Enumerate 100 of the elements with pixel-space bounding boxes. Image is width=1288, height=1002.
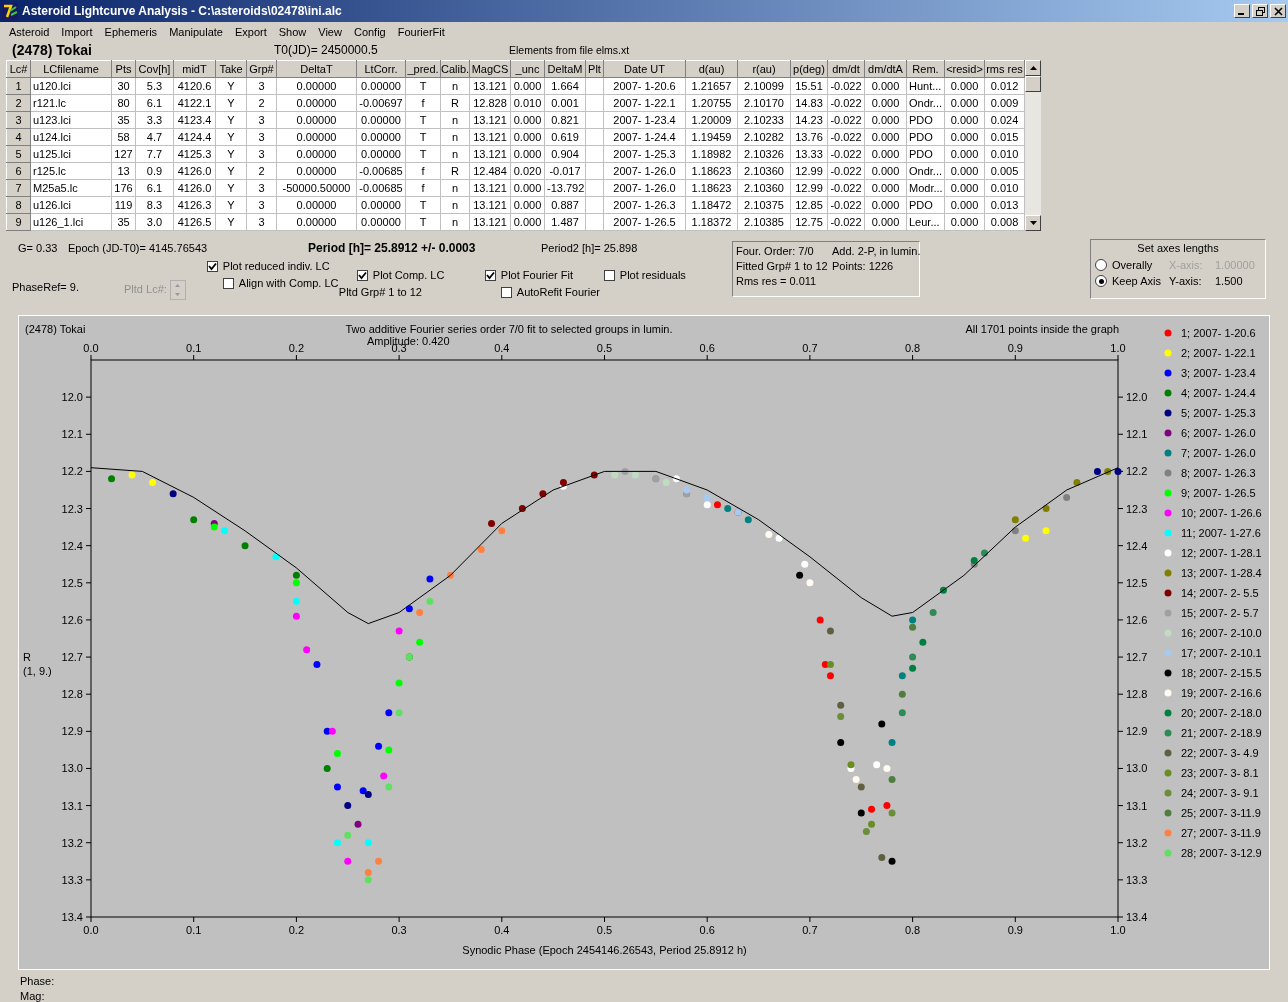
table-cell: 13.121 bbox=[469, 145, 511, 163]
legend-label: 2; 2007- 1-22.1 bbox=[1181, 347, 1256, 359]
table-cell: 0.00000 bbox=[276, 145, 357, 163]
table-cell: 3 bbox=[246, 196, 277, 214]
table-cell: 1.19459 bbox=[685, 128, 738, 146]
legend-label: 16; 2007- 2-10.0 bbox=[1181, 627, 1262, 639]
table-cell: 0.001 bbox=[544, 94, 586, 112]
table-cell: R bbox=[440, 162, 470, 180]
legend-label: 23; 2007- 3- 8.1 bbox=[1181, 767, 1259, 779]
table-cell: 3 bbox=[246, 128, 277, 146]
legend-label: 18; 2007- 2-15.5 bbox=[1181, 667, 1262, 679]
table-cell: 0.000 bbox=[864, 213, 907, 231]
table-cell: -0.00697 bbox=[356, 94, 406, 112]
legend-label: 8; 2007- 1-26.3 bbox=[1181, 467, 1256, 479]
table-cell: 0.00000 bbox=[276, 213, 357, 231]
table-cell: -0.022 bbox=[827, 77, 865, 95]
table-cell: 0.015 bbox=[984, 128, 1025, 146]
table-cell: 0.008 bbox=[984, 213, 1025, 231]
fit-info-text: Fitted Grp# 1 to 12 bbox=[736, 260, 829, 272]
table-cell: T bbox=[405, 128, 441, 146]
table-cell: Modr... bbox=[906, 179, 945, 197]
table-cell: 6.1 bbox=[135, 94, 174, 112]
table-cell: 2007- 1-20.6 bbox=[603, 77, 686, 95]
table-cell: 0.000 bbox=[864, 111, 907, 129]
tick-label: 0.0 bbox=[83, 342, 99, 354]
table-cell: 0.821 bbox=[544, 111, 586, 129]
tick-label: 0.9 bbox=[1007, 924, 1023, 936]
table-cell: 0.904 bbox=[544, 145, 586, 163]
table-cell: 35 bbox=[111, 213, 136, 231]
tick-label: 13.4 bbox=[1126, 911, 1148, 923]
table-cell: 12.75 bbox=[790, 213, 828, 231]
table-cell: 13.121 bbox=[469, 77, 511, 95]
y-axis-label: Y-axis: bbox=[1169, 275, 1203, 287]
table-cell: 2007- 1-26.0 bbox=[603, 162, 686, 180]
table-cell: 0.00000 bbox=[276, 196, 357, 214]
table-cell: 0.000 bbox=[944, 77, 985, 95]
fit-info-text: Four. Order: 7/0 bbox=[736, 245, 815, 257]
table-cell: Y bbox=[215, 213, 247, 231]
table-cell: -0.022 bbox=[827, 179, 865, 197]
tick-label: 13.1 bbox=[1126, 799, 1148, 812]
phaseref-label: PhaseRef= 9. bbox=[12, 281, 80, 295]
points-note: All 1701 points inside the graph bbox=[965, 323, 1119, 335]
table-cell: 0.887 bbox=[544, 196, 586, 214]
table-cell: Hunt... bbox=[906, 77, 945, 95]
table-cell: 0.00000 bbox=[356, 196, 406, 214]
table-cell: 12.99 bbox=[790, 162, 828, 180]
tick-label: 13.2 bbox=[61, 836, 83, 849]
table-cell: 14.23 bbox=[790, 111, 828, 129]
tick-label: 0.9 bbox=[1007, 342, 1023, 354]
table-cell: 1.18623 bbox=[685, 162, 738, 180]
table-cell: 0.000 bbox=[510, 213, 545, 231]
table-cell: 13.121 bbox=[469, 179, 511, 197]
table-cell: 0.000 bbox=[510, 196, 545, 214]
table-cell: 176 bbox=[111, 179, 136, 197]
table-cell: -0.017 bbox=[544, 162, 586, 180]
table-cell: 0.000 bbox=[944, 111, 985, 129]
tick-label: 12.2 bbox=[1126, 465, 1148, 478]
table-cell: Y bbox=[215, 179, 247, 197]
table-cell: T bbox=[405, 213, 441, 231]
table-cell: 0.000 bbox=[864, 179, 907, 197]
table-cell: 1.18372 bbox=[685, 213, 738, 231]
table-cell: 0.009 bbox=[984, 94, 1025, 112]
table-cell: 58 bbox=[111, 128, 136, 146]
table-cell: 80 bbox=[111, 94, 136, 112]
table-cell: 4126.0 bbox=[173, 162, 216, 180]
table-cell: 2007- 1-26.0 bbox=[603, 179, 686, 197]
table-cell: 2 bbox=[246, 94, 277, 112]
tick-label: 12.7 bbox=[61, 651, 83, 664]
table-cell: 4122.1 bbox=[173, 94, 216, 112]
table-cell: -13.792 bbox=[544, 179, 586, 197]
table-cell: 0.00000 bbox=[276, 94, 357, 112]
table-cell: Y bbox=[215, 145, 247, 163]
table-cell: 0.000 bbox=[510, 77, 545, 95]
table-cell: -0.022 bbox=[827, 145, 865, 163]
table-cell: R bbox=[440, 94, 470, 112]
table-cell: 0.000 bbox=[944, 145, 985, 163]
table-cell: Ondr... bbox=[906, 94, 945, 112]
table-cell: u126_1.lci bbox=[30, 213, 112, 231]
legend-label: 15; 2007- 2- 5.7 bbox=[1181, 607, 1259, 619]
pltd-lc-label: Pltd Lc#: bbox=[124, 283, 167, 297]
table-cell: Y bbox=[215, 196, 247, 214]
table-cell: 35 bbox=[111, 111, 136, 129]
table-cell: 2.10170 bbox=[737, 94, 791, 112]
table-cell: 13.33 bbox=[790, 145, 828, 163]
tick-label: 13.3 bbox=[61, 873, 83, 886]
legend-label: 1; 2007- 1-20.6 bbox=[1181, 327, 1256, 339]
table-cell: 0.9 bbox=[135, 162, 174, 180]
table-cell: Y bbox=[215, 128, 247, 146]
tick-label: 12.8 bbox=[1126, 688, 1148, 701]
legend-label: 9; 2007- 1-26.5 bbox=[1181, 487, 1256, 499]
tick-label: 0.6 bbox=[699, 342, 715, 354]
table-cell: 2.10326 bbox=[737, 145, 791, 163]
table-cell: n bbox=[440, 196, 470, 214]
table-cell: 2.10375 bbox=[737, 196, 791, 214]
tick-label: 0.1 bbox=[186, 342, 202, 354]
panel-title: Set axes lengths bbox=[1136, 242, 1220, 254]
table-cell: 12.85 bbox=[790, 196, 828, 214]
tick-label: 0.7 bbox=[802, 924, 818, 936]
tick-label: 1.0 bbox=[1110, 924, 1126, 936]
table-cell: 0.000 bbox=[944, 213, 985, 231]
